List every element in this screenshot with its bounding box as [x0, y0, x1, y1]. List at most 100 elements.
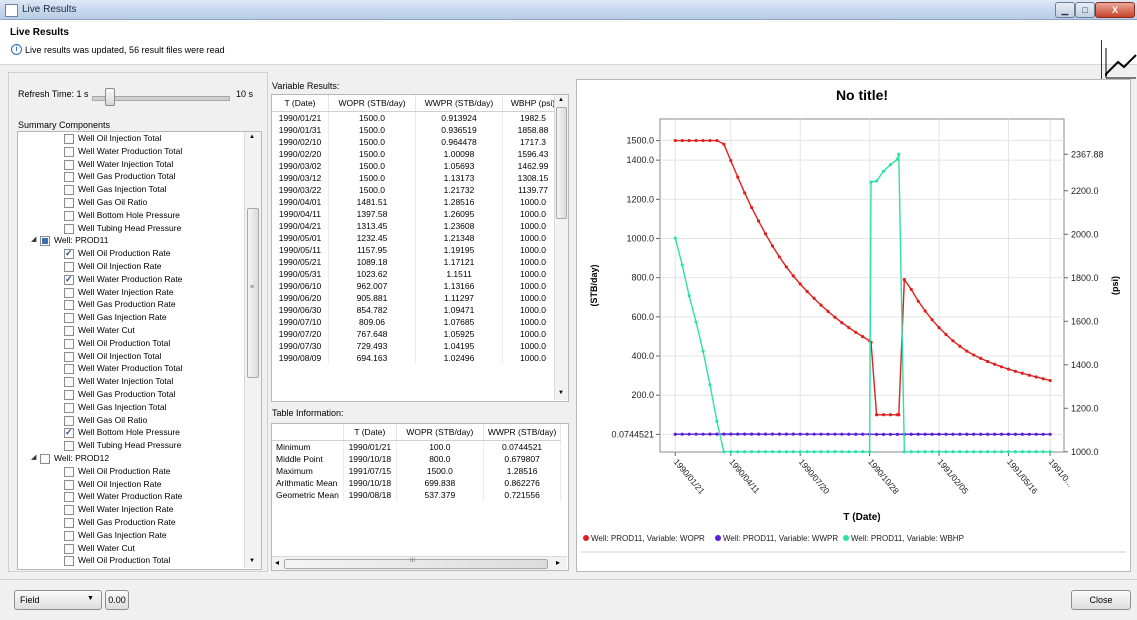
tree-item[interactable]: Well Gas Injection Total	[18, 183, 244, 195]
checkbox[interactable]	[64, 428, 74, 438]
refresh-slider-thumb[interactable]	[105, 88, 115, 106]
checkbox[interactable]	[64, 441, 74, 451]
tree-item[interactable]: Well Gas Oil Ratio	[18, 414, 244, 426]
tree-item[interactable]: Well Water Injection Rate	[18, 286, 244, 298]
tree-item[interactable]: Well Water Cut	[18, 542, 244, 554]
checkbox[interactable]	[64, 364, 74, 374]
table-row[interactable]: 1990/03/221500.01.217321139.77	[272, 184, 564, 196]
variable-vscroll[interactable]: ▲ ▼	[554, 95, 568, 400]
tree-item[interactable]: Well Bottom Hole Pressure	[18, 426, 244, 438]
column-header[interactable]: WOPR (STB/day)	[329, 95, 416, 112]
checkbox[interactable]	[64, 416, 74, 426]
table-row[interactable]: Arithmatic Mean1990/10/18699.8380.862276	[272, 477, 561, 489]
tree-item[interactable]: Well Water Injection Total	[18, 375, 244, 387]
checkbox[interactable]	[64, 160, 74, 170]
minimize-button[interactable]: ▁	[1055, 2, 1075, 18]
tree-item[interactable]: Well Oil Production Total	[18, 554, 244, 566]
tree-item[interactable]: Well Oil Injection Total	[18, 350, 244, 362]
table-row[interactable]: 1990/04/011481.511.285161000.0	[272, 196, 564, 208]
close-window-button[interactable]: X	[1095, 2, 1135, 18]
table-row[interactable]: 1990/06/30854.7821.094711000.0	[272, 304, 564, 316]
tree-item[interactable]: Well Water Cut	[18, 324, 244, 336]
table-row[interactable]: 1990/05/211089.181.171211000.0	[272, 256, 564, 268]
tree-item[interactable]: Well Gas Production Rate	[18, 516, 244, 528]
checkbox[interactable]	[64, 288, 74, 298]
checkbox[interactable]	[64, 403, 74, 413]
checkbox[interactable]	[64, 390, 74, 400]
column-header[interactable]	[272, 424, 343, 441]
checkbox[interactable]	[64, 377, 74, 387]
table-row[interactable]: 1990/05/311023.621.15111000.0	[272, 268, 564, 280]
maximize-button[interactable]: □	[1075, 2, 1095, 18]
tree-item[interactable]: Well Tubing Head Pressure	[18, 222, 244, 234]
checkbox[interactable]	[64, 313, 74, 323]
checkbox[interactable]	[64, 211, 74, 221]
scroll-down-icon[interactable]: ▼	[249, 558, 255, 564]
column-header[interactable]: WOPR (STB/day)	[396, 424, 483, 441]
tree-scroll-thumb[interactable]	[247, 208, 259, 378]
expand-arrow-icon[interactable]: ◢	[31, 452, 36, 464]
scroll-up-icon[interactable]: ▲	[249, 134, 255, 140]
tree-vscroll[interactable]: ▲ ≡ ▼	[244, 132, 261, 568]
table-row[interactable]: Minimum1990/01/21100.00.0744521	[272, 441, 561, 454]
tree-item[interactable]: Well Water Injection Rate	[18, 503, 244, 515]
checkbox[interactable]	[64, 518, 74, 528]
tree-item[interactable]: Well Oil Injection Total	[18, 132, 244, 144]
scroll-up-icon[interactable]: ▲	[558, 97, 564, 103]
checkbox[interactable]	[64, 480, 74, 490]
summary-tree[interactable]: Well Oil Injection TotalWell Water Produ…	[17, 131, 262, 570]
table-row[interactable]: Geometric Mean1990/08/18537.3790.721556	[272, 489, 561, 501]
line-chart[interactable]: 0.0744521200.0400.0600.0800.01000.01200.…	[577, 80, 1130, 571]
table-row[interactable]: Maximum1991/07/151500.01.28516	[272, 465, 561, 477]
tree-item[interactable]: Well Oil Injection Rate	[18, 478, 244, 490]
variable-scroll-thumb[interactable]	[556, 107, 567, 219]
tree-item[interactable]: Well Water Production Rate	[18, 490, 244, 502]
tree-item[interactable]: Well Gas Injection Rate	[18, 311, 244, 323]
checkbox[interactable]	[64, 556, 74, 566]
checkbox[interactable]	[64, 467, 74, 477]
checkbox[interactable]	[64, 147, 74, 157]
tree-item[interactable]: Well Tubing Head Pressure	[18, 439, 244, 451]
tree-item[interactable]: Well Water Production Total	[18, 362, 244, 374]
table-row[interactable]: 1990/03/121500.01.131731308.15	[272, 172, 564, 184]
table-row[interactable]: 1990/06/10962.0071.131661000.0	[272, 280, 564, 292]
tree-item[interactable]: Well Oil Production Rate	[18, 247, 244, 259]
checkbox[interactable]	[64, 224, 74, 234]
column-header[interactable]: WWPR (STB/day)	[416, 95, 503, 112]
table-row[interactable]: 1990/07/10809.061.076851000.0	[272, 316, 564, 328]
tree-item[interactable]: Well Oil Production Total	[18, 337, 244, 349]
checkbox[interactable]	[64, 505, 74, 515]
tree-item[interactable]: Well Gas Oil Ratio	[18, 196, 244, 208]
checkbox[interactable]	[64, 262, 74, 272]
tree-item[interactable]: Well Gas Injection Rate	[18, 529, 244, 541]
checkbox[interactable]	[40, 236, 50, 246]
table-row[interactable]: Middle Point1990/10/18800.00.679807	[272, 453, 561, 465]
table-row[interactable]: 1990/06/20905.8811.112971000.0	[272, 292, 564, 304]
checkbox[interactable]	[64, 544, 74, 554]
table-row[interactable]: 1990/02/101500.00.9644781717.3	[272, 136, 564, 148]
hscroll-thumb[interactable]	[284, 559, 548, 569]
scroll-right-icon[interactable]: ▸	[556, 558, 560, 567]
column-header[interactable]: T (Date)	[272, 95, 329, 112]
close-button[interactable]: Close	[1071, 590, 1131, 610]
tree-item[interactable]: Well Oil Injection Rate	[18, 260, 244, 272]
table-row[interactable]: 1990/07/20767.6481.059251000.0	[272, 328, 564, 340]
table-row[interactable]: 1990/07/30729.4931.041951000.0	[272, 340, 564, 352]
tree-item[interactable]: Well Bottom Hole Pressure	[18, 209, 244, 221]
table-row[interactable]: 1990/01/311500.00.9365191858.88	[272, 124, 564, 136]
expand-arrow-icon[interactable]: ◢	[31, 234, 36, 246]
tree-item[interactable]: Well Water Production Total	[18, 145, 244, 157]
checkbox[interactable]	[64, 352, 74, 362]
tree-item[interactable]: Well Gas Injection Total	[18, 401, 244, 413]
checkbox[interactable]	[64, 198, 74, 208]
checkbox[interactable]	[64, 172, 74, 182]
tree-node-well[interactable]: ◢Well: PROD12	[18, 452, 244, 464]
column-header[interactable]: T (Date)	[343, 424, 396, 441]
tree-item[interactable]: Well Gas Production Total	[18, 170, 244, 182]
table-row[interactable]: 1990/02/201500.01.000981596.43	[272, 148, 564, 160]
checkbox[interactable]	[40, 454, 50, 464]
tree-item[interactable]: Well Gas Production Total	[18, 388, 244, 400]
checkbox[interactable]	[64, 326, 74, 336]
column-header[interactable]: WWPR (STB/day)	[483, 424, 560, 441]
table-row[interactable]: 1990/01/211500.00.9139241982.5	[272, 112, 564, 125]
